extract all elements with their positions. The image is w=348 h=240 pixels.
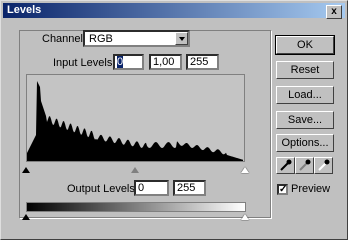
chevron-down-icon[interactable] bbox=[175, 32, 188, 45]
channel-value: RGB bbox=[89, 33, 113, 45]
reset-button[interactable]: Reset bbox=[276, 61, 334, 79]
levels-dialog: Levels x Channel: RGB Input Levels: 0 1,… bbox=[0, 0, 348, 240]
input-black-slider[interactable] bbox=[22, 167, 30, 173]
histogram bbox=[26, 74, 245, 162]
save-button[interactable]: Save... bbox=[276, 111, 334, 129]
load-button[interactable]: Load... bbox=[276, 86, 334, 104]
gray-eyedropper-button[interactable] bbox=[295, 157, 314, 174]
preview-checkbox[interactable]: ✓ bbox=[277, 184, 288, 195]
gray-eyedropper-icon bbox=[299, 159, 311, 171]
output-white-field[interactable]: 255 bbox=[173, 180, 206, 196]
output-black-slider[interactable] bbox=[22, 214, 30, 220]
black-eyedropper-button[interactable] bbox=[276, 157, 295, 174]
white-eyedropper-icon bbox=[318, 159, 330, 171]
ok-button[interactable]: OK bbox=[275, 35, 335, 55]
channel-label: Channel: bbox=[42, 33, 87, 45]
input-black-value: 0 bbox=[117, 56, 124, 68]
dialog-title: Levels bbox=[7, 4, 42, 16]
output-levels-label: Output Levels: bbox=[67, 183, 138, 195]
input-gamma-slider[interactable] bbox=[131, 167, 139, 173]
histogram-plot bbox=[27, 81, 243, 161]
black-eyedropper-icon bbox=[280, 159, 292, 171]
input-white-field[interactable]: 255 bbox=[186, 54, 219, 70]
title-bar: Levels x bbox=[3, 3, 345, 19]
input-white-slider[interactable] bbox=[241, 167, 249, 173]
options-button[interactable]: Options... bbox=[276, 134, 334, 152]
output-white-slider[interactable] bbox=[241, 214, 249, 220]
preview-label: Preview bbox=[291, 183, 331, 195]
output-gradient-bar bbox=[26, 202, 246, 212]
channel-select[interactable]: RGB bbox=[83, 30, 190, 47]
output-black-field[interactable]: 0 bbox=[134, 180, 169, 196]
close-button[interactable]: x bbox=[326, 5, 342, 19]
white-eyedropper-button[interactable] bbox=[314, 157, 333, 174]
input-levels-label: Input Levels: bbox=[53, 57, 116, 69]
input-gamma-field[interactable]: 1,00 bbox=[149, 54, 182, 70]
input-black-field[interactable]: 0 bbox=[113, 54, 144, 70]
histogram-shape bbox=[27, 81, 243, 161]
